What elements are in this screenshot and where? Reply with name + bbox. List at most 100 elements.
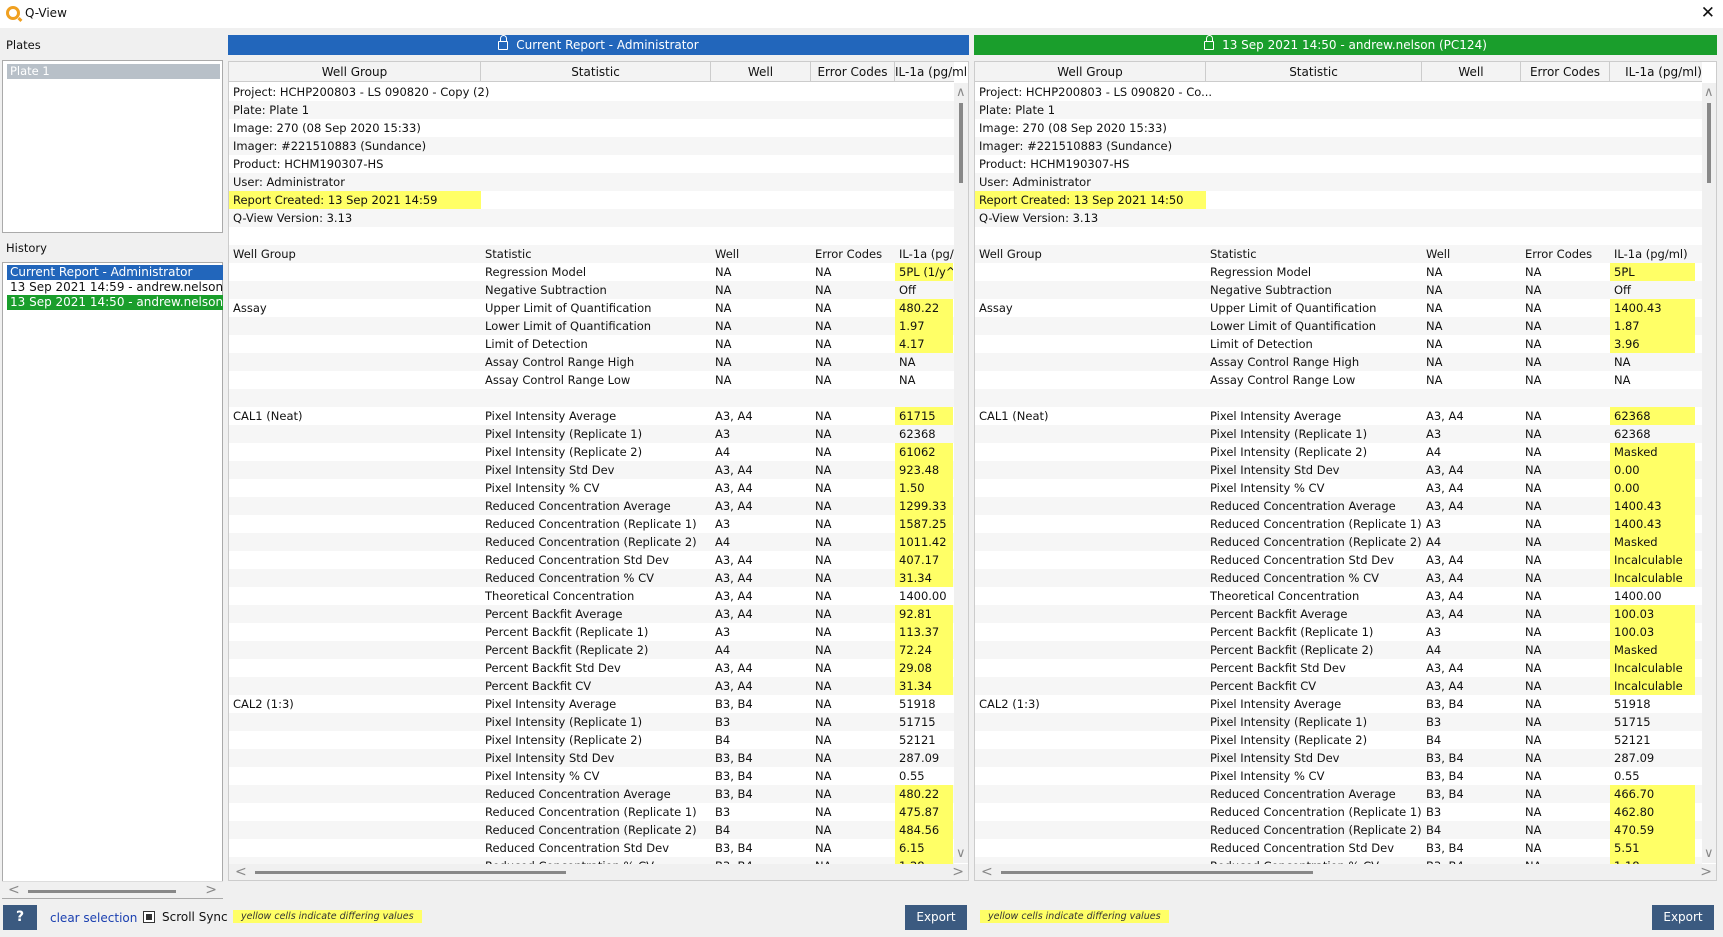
table-row[interactable]: Pixel Intensity % CV B3, B4 NA 0.55 [229, 767, 954, 785]
table-row[interactable]: CAL1 (Neat) Pixel Intensity Average A3, A4… [229, 407, 954, 425]
table-row[interactable]: Percent Backfit Std Dev A3, A4 NA Incalcula… [975, 659, 1702, 677]
table-row[interactable]: Reduced Concentration (Replicate 2) A4 NA M… [975, 533, 1702, 551]
table-row[interactable]: Percent Backfit (Replicate 1) A3 NA 113.37 [229, 623, 954, 641]
table-row[interactable]: Pixel Intensity (Replicate 1) B3 NA 51715 [975, 713, 1702, 731]
scroll-right-icon[interactable]: > [205, 882, 217, 898]
history-item[interactable]: 13 Sep 2021 14:59 - andrew.nelson (PC124… [7, 280, 223, 295]
table-row[interactable]: Reduced Concentration Average A3, A4 NA 129… [229, 497, 954, 515]
horizontal-scrollbar[interactable]: < > [229, 864, 968, 880]
table-row[interactable]: Reduced Concentration Average B3, B4 NA 480… [229, 785, 954, 803]
table-row[interactable]: Lower Limit of Quantification NA NA 1.87 [975, 317, 1702, 335]
table-row[interactable]: Negative Subtraction NA NA Off [975, 281, 1702, 299]
table-row[interactable]: Pixel Intensity % CV A3, A4 NA 0.00 [975, 479, 1702, 497]
column-header-statistic[interactable]: Statistic [481, 62, 711, 82]
table-row[interactable]: Reduced Concentration Std Dev B3, B4 NA 6.1… [229, 839, 954, 857]
table-row[interactable]: Assay Control Range High NA NA NA [229, 353, 954, 371]
table-row[interactable]: Assay Upper Limit of Quantification NA NA 14… [975, 299, 1702, 317]
unlock-icon[interactable] [498, 35, 509, 50]
table-row[interactable]: Assay Control Range High NA NA NA [975, 353, 1702, 371]
table-row[interactable]: Pixel Intensity (Replicate 1) B3 NA 51715 [229, 713, 954, 731]
vertical-scrollbar[interactable]: ∧ ∨ [954, 83, 968, 863]
table-row[interactable]: Reduced Concentration (Replicate 2) B4 NA 4… [229, 821, 954, 839]
scroll-left-icon[interactable]: < [8, 882, 20, 898]
table-row[interactable]: Pixel Intensity % CV B3, B4 NA 0.55 [975, 767, 1702, 785]
horizontal-scrollbar[interactable]: < > [975, 864, 1716, 880]
table-row[interactable]: Pixel Intensity (Replicate 1) A3 NA 62368 [229, 425, 954, 443]
column-header-well[interactable]: Well [711, 62, 811, 82]
table-row[interactable]: Pixel Intensity Std Dev A3, A4 NA 0.00 [975, 461, 1702, 479]
table-row[interactable]: Reduced Concentration (Replicate 1) A3 NA 1… [229, 515, 954, 533]
help-button[interactable]: ? [3, 905, 37, 930]
scroll-left-icon[interactable]: < [235, 864, 247, 880]
history-item-current[interactable]: Current Report - Administrator [7, 265, 223, 280]
table-row[interactable]: Negative Subtraction NA NA Off [229, 281, 954, 299]
table-row[interactable]: Reduced Concentration (Replicate 1) A3 NA 1… [975, 515, 1702, 533]
close-icon[interactable]: ✕ [1701, 3, 1715, 23]
table-row[interactable] [229, 389, 954, 407]
scroll-right-icon[interactable]: > [1700, 864, 1712, 880]
table-row[interactable]: Percent Backfit (Replicate 2) A4 NA 72.24 [229, 641, 954, 659]
scrollbar-thumb[interactable] [1707, 103, 1711, 183]
table-row[interactable]: Percent Backfit Std Dev A3, A4 NA 29.08 [229, 659, 954, 677]
scroll-sync-checkbox[interactable] [143, 911, 155, 923]
table-row[interactable]: Reduced Concentration Average B3, B4 NA 466… [975, 785, 1702, 803]
table-row[interactable]: Percent Backfit (Replicate 2) A4 NA Masked [975, 641, 1702, 659]
plates-list[interactable]: Plate 1 [2, 60, 223, 233]
table-row[interactable]: Percent Backfit Average A3, A4 NA 92.81 [229, 605, 954, 623]
table-row[interactable]: Reduced Concentration Std Dev B3, B4 NA 5.5… [975, 839, 1702, 857]
history-list[interactable]: Current Report - Administrator 13 Sep 20… [2, 262, 223, 899]
scrollbar-thumb[interactable] [959, 103, 963, 183]
scrollbar-thumb[interactable] [255, 871, 566, 874]
table-row[interactable]: CAL2 (1:3) Pixel Intensity Average B3, B4 N… [229, 695, 954, 713]
export-button[interactable]: Export [1652, 905, 1714, 930]
table-row[interactable]: CAL1 (Neat) Pixel Intensity Average A3, A4… [975, 407, 1702, 425]
table-row[interactable]: Reduced Concentration (Replicate 1) B3 NA 4… [229, 803, 954, 821]
table-row[interactable]: Percent Backfit CV A3, A4 NA 31.34 [229, 677, 954, 695]
scroll-left-icon[interactable]: < [981, 864, 993, 880]
table-row[interactable]: Reduced Concentration (Replicate 1) B3 NA 4… [975, 803, 1702, 821]
history-horizontal-scrollbar[interactable]: < > [2, 881, 223, 898]
table-row[interactable]: Theoretical Concentration A3, A4 NA 1400.00 [229, 587, 954, 605]
table-row[interactable]: Lower Limit of Quantification NA NA 1.97 [229, 317, 954, 335]
table-row[interactable]: CAL2 (1:3) Pixel Intensity Average B3, B4 N… [975, 695, 1702, 713]
history-item[interactable]: 13 Sep 2021 14:50 - andrew.nelson (PC124… [7, 295, 223, 310]
plate-item[interactable]: Plate 1 [7, 64, 220, 79]
scroll-up-icon[interactable]: ∧ [956, 85, 966, 100]
table-row[interactable]: Assay Control Range Low NA NA NA [229, 371, 954, 389]
table-row[interactable]: Reduced Concentration (Replicate 2) B4 NA 4… [975, 821, 1702, 839]
column-header-il-1a-pg-ml[interactable]: IL-1a (pg/ml) [895, 62, 968, 82]
column-header-error-codes[interactable]: Error Codes [1521, 62, 1610, 82]
table-row[interactable]: Pixel Intensity (Replicate 2) A4 NA Masked [975, 443, 1702, 461]
vertical-scrollbar[interactable]: ∧ ∨ [1702, 83, 1716, 863]
table-row[interactable]: Assay Control Range Low NA NA NA [975, 371, 1702, 389]
table-row[interactable]: Pixel Intensity (Replicate 1) A3 NA 62368 [975, 425, 1702, 443]
column-header-well[interactable]: Well [1422, 62, 1521, 82]
table-row[interactable]: Percent Backfit (Replicate 1) A3 NA 100.03 [975, 623, 1702, 641]
table-row[interactable]: Assay Upper Limit of Quantification NA NA 48… [229, 299, 954, 317]
scroll-right-icon[interactable]: > [952, 864, 964, 880]
scrollbar-thumb[interactable] [1001, 871, 1313, 874]
table-row[interactable]: Percent Backfit Average A3, A4 NA 100.03 [975, 605, 1702, 623]
table-row[interactable]: Reduced Concentration (Replicate 2) A4 NA 1… [229, 533, 954, 551]
table-row[interactable]: Pixel Intensity Std Dev A3, A4 NA 923.48 [229, 461, 954, 479]
column-header-well-group[interactable]: Well Group [229, 62, 481, 82]
clear-selection-link[interactable]: clear selection [50, 911, 137, 925]
table-row[interactable]: Pixel Intensity % CV A3, A4 NA 1.50 [229, 479, 954, 497]
table-row[interactable]: Theoretical Concentration A3, A4 NA 1400.00 [975, 587, 1702, 605]
table-row[interactable]: Percent Backfit CV A3, A4 NA Incalculable [975, 677, 1702, 695]
table-row[interactable]: Pixel Intensity Std Dev B3, B4 NA 287.09 [229, 749, 954, 767]
table-row[interactable]: Reduced Concentration % CV A3, A4 NA 31.34 [229, 569, 954, 587]
table-row[interactable]: Pixel Intensity (Replicate 2) A4 NA 61062 [229, 443, 954, 461]
scroll-down-icon[interactable]: ∨ [1704, 846, 1714, 861]
column-header-well-group[interactable]: Well Group [975, 62, 1206, 82]
table-row[interactable]: Regression Model NA NA 5PL [975, 263, 1702, 281]
column-header-il-1a-pg-ml[interactable]: IL-1a (pg/ml) [1610, 62, 1716, 82]
table-row[interactable]: Reduced Concentration Std Dev A3, A4 NA 407… [229, 551, 954, 569]
scroll-down-icon[interactable]: ∨ [956, 846, 966, 861]
table-row[interactable]: Regression Model NA NA 5PL (1/y^2) [229, 263, 954, 281]
table-row[interactable]: Pixel Intensity Std Dev B3, B4 NA 287.09 [975, 749, 1702, 767]
table-row[interactable]: Pixel Intensity (Replicate 2) B4 NA 52121 [229, 731, 954, 749]
scroll-up-icon[interactable]: ∧ [1704, 85, 1714, 100]
export-button[interactable]: Export [905, 905, 967, 930]
table-row[interactable]: Reduced Concentration % CV A3, A4 NA Incalc… [975, 569, 1702, 587]
